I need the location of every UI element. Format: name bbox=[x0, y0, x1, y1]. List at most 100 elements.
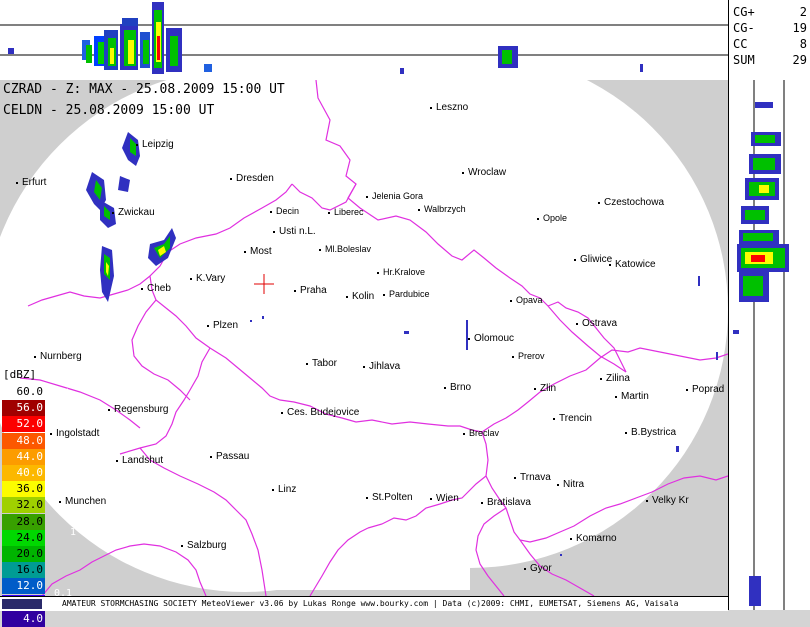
city-label: Hr.Kralove bbox=[383, 267, 426, 277]
city-label: Nurnberg bbox=[40, 351, 82, 362]
city-dot bbox=[574, 259, 576, 261]
legend-row: 48.0 bbox=[2, 432, 45, 449]
city-label: Regensburg bbox=[114, 404, 169, 415]
city-dot bbox=[16, 182, 18, 184]
city-dot bbox=[686, 389, 688, 391]
top-profile-chart bbox=[0, 2, 728, 74]
stat-value: 19 bbox=[792, 21, 807, 35]
city-label: Gyor bbox=[530, 563, 552, 574]
city-dot bbox=[377, 272, 379, 274]
legend-row: 28.0 bbox=[2, 513, 45, 530]
stat-row-cg-minus: CG- 19 bbox=[733, 21, 807, 35]
city-label: Kolin bbox=[352, 291, 375, 302]
city-dot bbox=[514, 477, 516, 479]
city-label: Tabor bbox=[312, 358, 338, 369]
city-label: Martin bbox=[621, 391, 649, 402]
city-label: Pardubice bbox=[389, 289, 430, 299]
city-dot bbox=[230, 178, 232, 180]
legend-row: 20.0 bbox=[2, 546, 45, 562]
right-profile-chart bbox=[733, 80, 789, 610]
city-dot bbox=[481, 502, 483, 504]
rain-rate-label: 1 bbox=[70, 527, 77, 538]
city-dot bbox=[537, 218, 539, 220]
legend-row: 60.0 bbox=[2, 384, 45, 400]
city-dot bbox=[207, 325, 209, 327]
city-dot bbox=[112, 212, 114, 214]
city-dot bbox=[136, 144, 138, 146]
city-label: Erfurt bbox=[22, 177, 47, 188]
city-label: Plzen bbox=[213, 320, 239, 331]
city-dot bbox=[553, 418, 555, 420]
city-label: Trencin bbox=[559, 413, 592, 424]
city-dot bbox=[319, 249, 321, 251]
city-label: Opava bbox=[516, 295, 543, 305]
city-label: Cheb bbox=[147, 283, 171, 294]
stat-label: CC bbox=[733, 37, 748, 51]
radar-map[interactable] bbox=[0, 80, 728, 596]
city-dot bbox=[116, 460, 118, 462]
city-dot bbox=[534, 388, 536, 390]
city-dot bbox=[444, 387, 446, 389]
legend-row: 32.0 bbox=[2, 497, 45, 514]
city-dot bbox=[598, 202, 600, 204]
city-label: Breclav bbox=[469, 428, 500, 438]
city-dot bbox=[346, 296, 348, 298]
city-label: Trnava bbox=[520, 472, 551, 483]
radar-coverage bbox=[0, 80, 728, 592]
city-label: Leipzig bbox=[142, 139, 174, 150]
city-dot bbox=[244, 251, 246, 253]
footer-credits: AMATEUR STORMCHASING SOCIETY MeteoViewer… bbox=[62, 599, 679, 608]
city-dot bbox=[570, 538, 572, 540]
stat-value: 2 bbox=[799, 5, 807, 19]
city-dot bbox=[270, 211, 272, 213]
city-label: Ostrava bbox=[582, 318, 618, 329]
city-label: Landshut bbox=[122, 455, 164, 466]
city-label: Liberec bbox=[334, 207, 364, 217]
city-dot bbox=[463, 433, 465, 435]
city-dot bbox=[468, 338, 470, 340]
legend-row: 36.0 bbox=[2, 481, 45, 498]
city-label: Leszno bbox=[436, 102, 469, 113]
city-dot bbox=[272, 489, 274, 491]
city-label: Opole bbox=[543, 213, 568, 223]
stat-row-cg-plus: CG+ 2 bbox=[733, 5, 807, 19]
city-dot bbox=[363, 366, 365, 368]
legend-row: 24.0 bbox=[2, 529, 45, 546]
city-label: Jelenia Gora bbox=[372, 191, 424, 201]
legend-row: 44.0 bbox=[2, 448, 45, 465]
city-label: Wroclaw bbox=[468, 167, 507, 178]
city-dot bbox=[600, 378, 602, 380]
city-dot bbox=[625, 432, 627, 434]
city-label: Prerov bbox=[518, 351, 545, 361]
city-dot bbox=[294, 290, 296, 292]
city-dot bbox=[430, 498, 432, 500]
city-label: Olomouc bbox=[474, 333, 515, 344]
city-dot bbox=[190, 278, 192, 280]
city-label: Zlin bbox=[540, 383, 557, 394]
city-label: Munchen bbox=[65, 496, 107, 507]
legend-row: 4.0 bbox=[2, 610, 45, 627]
city-dot bbox=[366, 196, 368, 198]
city-dot bbox=[383, 294, 385, 296]
city-dot bbox=[609, 264, 611, 266]
city-label: Ml.Boleslav bbox=[325, 244, 372, 254]
city-label: Gliwice bbox=[580, 254, 613, 265]
side-profile-echoes bbox=[733, 102, 789, 606]
city-dot bbox=[141, 288, 143, 290]
stat-label: CG+ bbox=[733, 5, 755, 19]
radar-map-canvas bbox=[0, 80, 728, 596]
city-dot bbox=[557, 484, 559, 486]
rain-rate-label: 10 bbox=[64, 466, 77, 477]
stat-value: 8 bbox=[799, 37, 807, 51]
stat-value: 29 bbox=[792, 53, 807, 67]
legend-row: 16.0 bbox=[2, 562, 45, 579]
city-label: Ces. Budejovice bbox=[287, 407, 360, 418]
city-dot bbox=[646, 500, 648, 502]
city-dot bbox=[59, 501, 61, 503]
city-label: Jihlava bbox=[369, 361, 401, 372]
city-dot bbox=[418, 209, 420, 211]
city-dot bbox=[510, 300, 512, 302]
radar-profile-echoes bbox=[8, 2, 643, 74]
city-label: Praha bbox=[300, 285, 327, 296]
city-label: Zwickau bbox=[118, 207, 155, 218]
